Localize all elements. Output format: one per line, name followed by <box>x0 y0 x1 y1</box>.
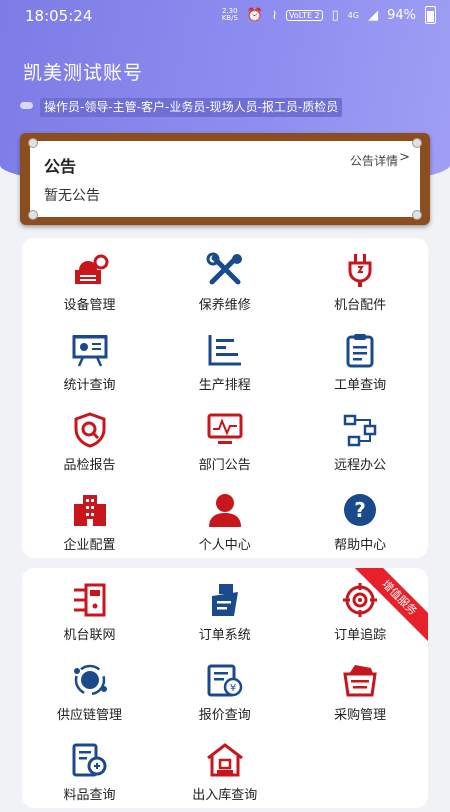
menu1-item-label: 帮助中心 <box>334 538 387 553</box>
menu2-item[interactable]: 料品查询 <box>22 732 157 812</box>
chevron-right-icon[interactable]: > <box>399 150 410 165</box>
menu1-item[interactable]: 部门公告 <box>157 402 292 482</box>
board-chart-icon <box>71 332 109 368</box>
pin-icon <box>412 138 422 148</box>
menu1-item[interactable]: 生产排程 <box>157 322 292 402</box>
main-menu-card: 设备管理 保养维修 机台配件统计查询 生产排程 工单查询品检报告 部门公告 远程办公企业配置… <box>22 238 428 558</box>
battery-icon <box>425 6 436 24</box>
menu1-item[interactable]: 企业配置 <box>22 482 157 562</box>
roles-list: 操作员-领导-主管-客户-业务员-现场人员-报工员-质检员 <box>40 98 343 117</box>
menu1-item[interactable]: 工单查询 <box>293 322 428 402</box>
menu2-item[interactable]: 出入库查询 <box>157 732 292 812</box>
target-icon <box>341 582 379 618</box>
machine-link-icon <box>71 582 109 618</box>
menu1-item-label: 机台配件 <box>334 298 387 313</box>
menu2-item[interactable]: 采购管理 <box>293 652 428 732</box>
schedule-icon <box>206 332 244 368</box>
signal-label: 4G <box>347 10 360 20</box>
menu1-item-label: 工单查询 <box>334 378 387 393</box>
wifi-icon: ≀ <box>272 7 277 23</box>
menu2-item-label: 供应链管理 <box>56 708 122 723</box>
status-bar: 18:05:24 2.30 KB/S ⏰ ≀ VoLTE 2 ▯ 4G ◢ 94… <box>0 0 450 32</box>
building-icon <box>71 492 109 528</box>
help-icon: ? <box>341 492 379 528</box>
network-icon <box>341 412 379 448</box>
menu1-item[interactable]: 个人中心 <box>157 482 292 562</box>
pin-icon <box>412 210 422 220</box>
supply-chain-icon <box>71 662 109 698</box>
person-icon <box>206 492 244 528</box>
monitor-icon <box>206 412 244 448</box>
svg-text:?: ? <box>354 498 366 522</box>
menu1-item[interactable]: 机台配件 <box>293 242 428 322</box>
menu1-item[interactable]: 远程办公 <box>293 402 428 482</box>
order-icon <box>206 582 244 618</box>
menu1-item[interactable]: 保养维修 <box>157 242 292 322</box>
signal-icon: ◢ <box>368 7 379 23</box>
pin-icon <box>28 138 38 148</box>
menu2-item-label: 订单追踪 <box>334 628 387 643</box>
shield-search-icon <box>71 412 109 448</box>
menu1-item-label: 企业配置 <box>63 538 116 553</box>
menu2-item-label: 报价查询 <box>198 708 251 723</box>
clipboard-icon <box>341 332 379 368</box>
account-name: 凯美测试账号 <box>23 62 144 84</box>
tools-icon <box>206 252 244 288</box>
notice-paper: 公告 公告详情 > 暂无公告 <box>28 138 422 220</box>
notice-title: 公告 <box>44 157 77 176</box>
equipment-icon <box>71 252 109 288</box>
notice-board[interactable]: 公告 公告详情 > 暂无公告 <box>20 133 430 225</box>
value-added-card: 增值服务 机台联网 订单系统 订单追踪 供应链管理 ¥ 报价查询 采购管理 料品查询 出入库查询 <box>22 568 428 808</box>
menu1-item-label: 远程办公 <box>334 458 387 473</box>
purchase-icon <box>341 662 379 698</box>
plug-icon <box>341 252 379 288</box>
menu2-item-label: 出入库查询 <box>192 788 258 803</box>
menu1-item[interactable]: 统计查询 <box>22 322 157 402</box>
menu2-item-label: 采购管理 <box>334 708 387 723</box>
alarm-icon: ⏰ <box>246 7 264 23</box>
menu2-item-label: 料品查询 <box>63 788 116 803</box>
menu1-item[interactable]: ? 帮助中心 <box>293 482 428 562</box>
menu2-item[interactable]: 订单系统 <box>157 572 292 652</box>
svg-text:¥: ¥ <box>230 683 236 694</box>
menu1-item[interactable]: 设备管理 <box>22 242 157 322</box>
menu2-item-label: 机台联网 <box>63 628 116 643</box>
menu2-item[interactable]: 订单追踪 <box>293 572 428 652</box>
menu1-item-label: 个人中心 <box>198 538 251 553</box>
net-speed: 2.30 KB/S <box>222 8 238 22</box>
status-icons: 2.30 KB/S ⏰ ≀ VoLTE 2 ▯ 4G ◢ 94% <box>222 6 436 24</box>
status-time: 18:05:24 <box>25 7 93 25</box>
roles-indicator <box>20 102 33 109</box>
net-speed-unit: KB/S <box>221 14 238 22</box>
menu2-item-label: 订单系统 <box>198 628 251 643</box>
battery-percent: 94% <box>387 7 416 23</box>
menu1-item-label: 部门公告 <box>198 458 251 473</box>
menu1-item-label: 保养维修 <box>198 298 251 313</box>
vibrate-icon: ▯ <box>331 7 339 23</box>
pin-icon <box>28 210 38 220</box>
warehouse-icon <box>206 742 244 778</box>
menu2-item[interactable]: 供应链管理 <box>22 652 157 732</box>
menu1-item-label: 统计查询 <box>63 378 116 393</box>
notice-detail-link[interactable]: 公告详情 <box>350 152 398 169</box>
menu1-item-label: 生产排程 <box>198 378 251 393</box>
quote-icon: ¥ <box>206 662 244 698</box>
menu1-item-label: 品检报告 <box>63 458 116 473</box>
menu1-item[interactable]: 品检报告 <box>22 402 157 482</box>
material-icon <box>71 742 109 778</box>
menu2-item[interactable]: 机台联网 <box>22 572 157 652</box>
menu1-item-label: 设备管理 <box>63 298 116 313</box>
menu2-item[interactable]: ¥ 报价查询 <box>157 652 292 732</box>
volte-badge: VoLTE 2 <box>285 9 323 21</box>
notice-body: 暂无公告 <box>44 188 100 204</box>
